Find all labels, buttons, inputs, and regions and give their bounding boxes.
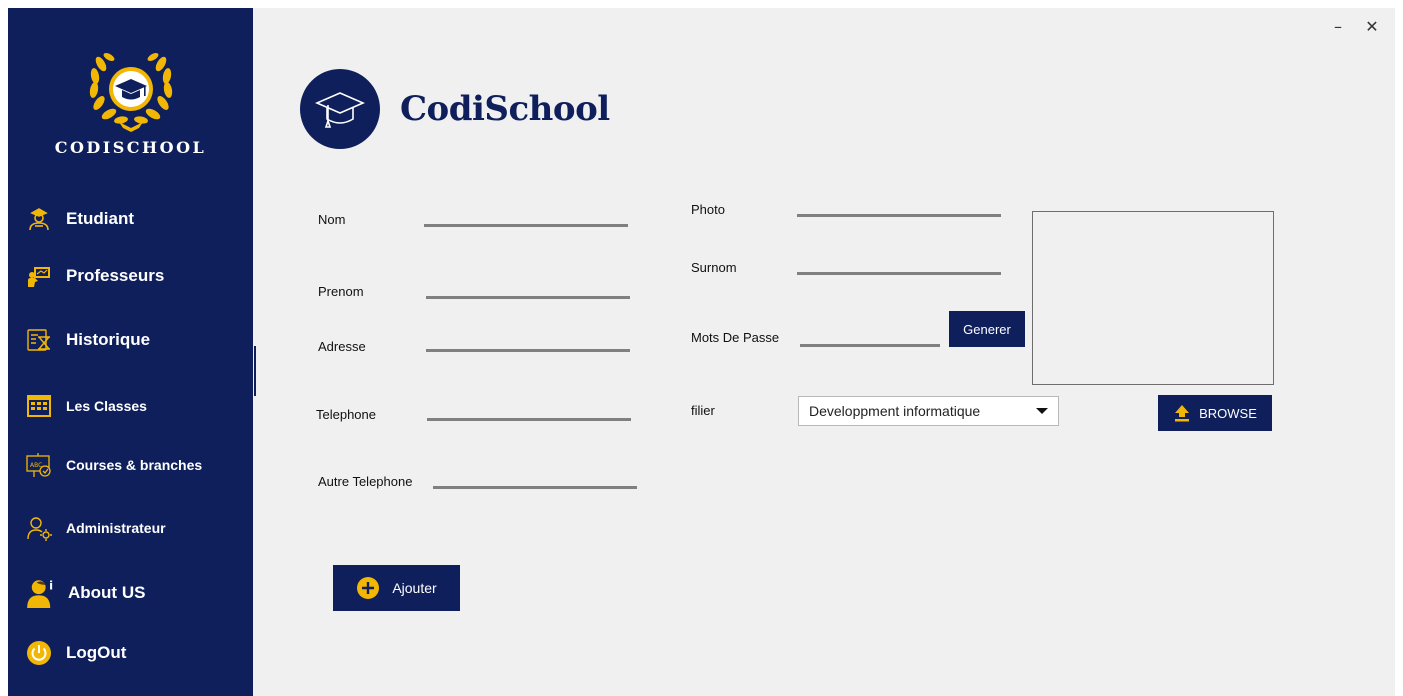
sidebar-item-historique[interactable]: Historique [26, 327, 150, 353]
graduation-cap-icon [314, 92, 366, 128]
surnom-field[interactable] [797, 272, 1001, 275]
nom-label: Nom [318, 212, 346, 227]
dropdown-arrow-icon [1036, 408, 1048, 414]
filier-select[interactable]: Developpment informatique [798, 396, 1059, 426]
close-button[interactable]: ✕ [1355, 14, 1389, 38]
filier-label: filier [691, 403, 715, 418]
app-window: CODISCHOOL Etudiant Professeurs Historiq… [8, 8, 1395, 696]
ajouter-label: Ajouter [392, 580, 437, 596]
photo-field[interactable] [797, 214, 1001, 217]
sidebar-item-etudiant[interactable]: Etudiant [26, 206, 134, 232]
student-icon [29, 208, 49, 231]
autre-telephone-field[interactable] [433, 486, 637, 489]
minimize-button[interactable]: – [1321, 14, 1355, 38]
sidebar-item-logout[interactable]: LogOut [26, 640, 126, 666]
history-icon [27, 329, 50, 351]
sidebar: CODISCHOOL Etudiant Professeurs Historiq… [8, 8, 253, 696]
sidebar-item-courses-branches[interactable]: ABC Courses & branches [26, 452, 202, 478]
browse-button[interactable]: BROWSE [1158, 395, 1272, 431]
admin-icon [27, 517, 52, 541]
browse-label: BROWSE [1199, 405, 1257, 421]
photo-label: Photo [691, 202, 725, 217]
telephone-label: Telephone [316, 407, 376, 422]
mots-de-passe-label: Mots De Passe [691, 330, 780, 345]
upload-icon [1175, 405, 1190, 422]
sidebar-item-label: Etudiant [66, 209, 134, 228]
sidebar-item-label: Les Classes [66, 398, 147, 414]
filier-selected-value: Developpment informatique [809, 403, 981, 419]
brand-logo [300, 69, 380, 149]
classroom-icon [27, 395, 51, 417]
logo-text: CODISCHOOL [54, 138, 207, 157]
brand-title: CodiSchool [400, 89, 610, 129]
telephone-field[interactable] [427, 418, 631, 421]
sidebar-item-about-us[interactable]: i About US [26, 578, 145, 608]
sidebar-item-label: Professeurs [66, 266, 165, 285]
sidebar-item-label: Courses & branches [66, 457, 203, 473]
prenom-field[interactable] [426, 296, 630, 299]
generer-button[interactable]: Generer [949, 311, 1025, 347]
power-icon [27, 641, 51, 665]
brand-header: CodiSchool [300, 69, 610, 149]
teacher-board-icon [28, 267, 50, 287]
prenom-label: Prenom [318, 284, 364, 299]
sidebar-item-label: About US [68, 583, 146, 602]
svg-text:i: i [49, 579, 53, 593]
surnom-label: Surnom [691, 260, 737, 275]
sidebar-item-label: Administrateur [66, 520, 166, 536]
school-logo [8, 44, 253, 138]
nom-field[interactable] [424, 224, 628, 227]
window-controls: – ✕ [1321, 14, 1389, 38]
sidebar-item-label: Historique [66, 330, 151, 349]
sidebar-item-administrateur[interactable]: Administrateur [26, 515, 166, 541]
abc-board-icon: ABC [26, 453, 51, 477]
autre-telephone-label: Autre Telephone [318, 474, 413, 489]
add-icon [357, 577, 380, 599]
password-field[interactable] [800, 344, 940, 347]
adresse-field[interactable] [426, 349, 630, 352]
photo-preview [1032, 211, 1274, 385]
svg-text:ABC: ABC [30, 462, 42, 469]
sidebar-divider [254, 346, 256, 396]
user-info-icon: i [27, 579, 53, 608]
adresse-label: Adresse [318, 339, 366, 354]
sidebar-item-label: LogOut [66, 643, 127, 662]
sidebar-item-les-classes[interactable]: Les Classes [26, 393, 147, 419]
laurel-logo-icon [89, 53, 172, 132]
sidebar-item-professeurs[interactable]: Professeurs [26, 263, 164, 289]
ajouter-button[interactable]: Ajouter [333, 565, 460, 611]
